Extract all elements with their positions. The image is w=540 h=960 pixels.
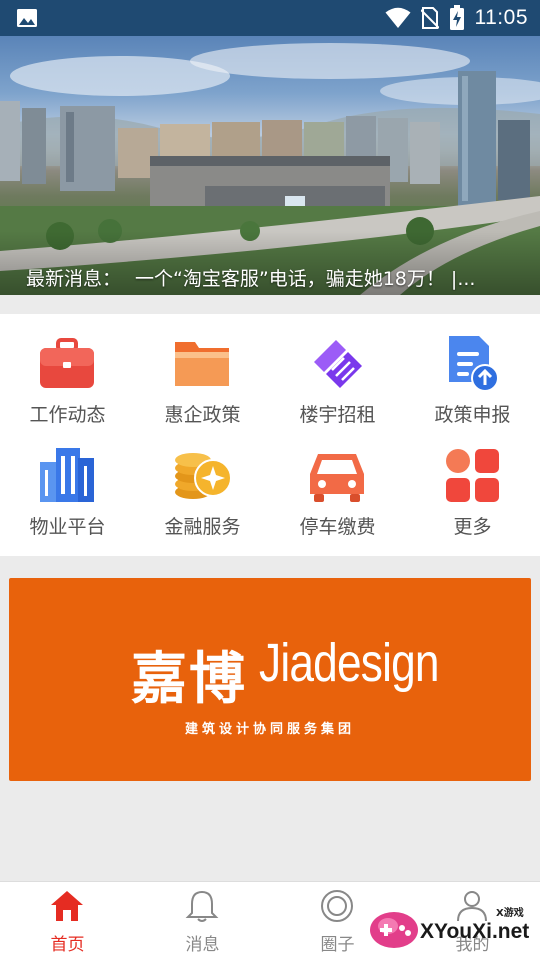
hero-banner[interactable]: 最新消息： 一个“淘宝客服”电话，骗走她18万！ |... bbox=[0, 36, 540, 295]
news-ticker[interactable]: 最新消息： 一个“淘宝客服”电话，骗走她18万！ |... bbox=[26, 264, 526, 291]
menu-item-more[interactable]: 更多 bbox=[405, 426, 540, 538]
news-prefix: 最新消息： bbox=[26, 268, 122, 290]
menu-item-property-platform[interactable]: 物业平台 bbox=[0, 426, 135, 538]
ad-brand-en: Jiadesign bbox=[259, 633, 440, 693]
wifi-icon bbox=[385, 7, 410, 28]
tab-messages[interactable]: 消息 bbox=[135, 882, 270, 960]
watermark-small-text: X游戏 bbox=[496, 908, 524, 919]
tab-label: 首页 bbox=[50, 935, 85, 955]
menu-item-label: 更多 bbox=[453, 516, 492, 538]
news-headline[interactable]: 一个“淘宝客服”电话，骗走她18万！ |... bbox=[135, 268, 475, 290]
menu-item-label: 楼宇招租 bbox=[299, 404, 376, 426]
menu-item-label: 惠企政策 bbox=[164, 404, 241, 426]
tab-label: 消息 bbox=[185, 935, 220, 955]
battery-charging-icon bbox=[449, 5, 464, 30]
more-grid-icon bbox=[446, 449, 499, 502]
bell-icon bbox=[185, 890, 219, 922]
folder-icon bbox=[175, 342, 229, 386]
menu-item-building-rental[interactable]: 楼宇招租 bbox=[270, 314, 405, 426]
status-bar: 11:05 bbox=[0, 0, 540, 36]
gamepad-logo-icon bbox=[370, 912, 418, 948]
menu-item-label: 工作动态 bbox=[29, 404, 106, 426]
watermark-text: XYouXi.net bbox=[420, 920, 530, 943]
advertisement-banner[interactable]: 嘉博 Jiadesign 建筑设计协同服务集团 bbox=[9, 578, 531, 781]
gallery-icon bbox=[17, 9, 37, 27]
building-icon bbox=[40, 448, 94, 502]
car-icon bbox=[310, 454, 364, 502]
menu-item-parking-payment[interactable]: 停车缴费 bbox=[270, 426, 405, 538]
home-icon bbox=[51, 891, 83, 921]
menu-item-label: 停车缴费 bbox=[299, 516, 376, 538]
menu-item-policy-application[interactable]: 政策申报 bbox=[405, 314, 540, 426]
menu-item-label: 政策申报 bbox=[434, 404, 511, 426]
ad-subtitle: 建筑设计协同服务集团 bbox=[184, 722, 355, 737]
no-sim-icon bbox=[420, 7, 439, 29]
menu-item-label: 金融服务 bbox=[164, 516, 241, 538]
site-watermark: X游戏 XYouXi.net bbox=[368, 900, 534, 956]
menu-item-label: 物业平台 bbox=[29, 516, 106, 538]
document-upload-icon bbox=[449, 336, 499, 392]
tab-home[interactable]: 首页 bbox=[0, 882, 135, 960]
handshake-icon bbox=[314, 340, 362, 388]
ad-brand-cn: 嘉博 bbox=[131, 647, 247, 712]
menu-item-financial-services[interactable]: 金融服务 bbox=[135, 426, 270, 538]
circle-icon bbox=[321, 890, 353, 922]
menu-item-work-news[interactable]: 工作动态 bbox=[0, 314, 135, 426]
feature-grid: 工作动态 惠企政策 楼宇招租 政策申报 物业平台 金融服务 停车缴费 更多 bbox=[0, 314, 540, 556]
coins-icon bbox=[175, 453, 232, 499]
menu-item-enterprise-policy[interactable]: 惠企政策 bbox=[135, 314, 270, 426]
briefcase-icon bbox=[40, 338, 94, 388]
status-time: 11:05 bbox=[474, 6, 528, 29]
